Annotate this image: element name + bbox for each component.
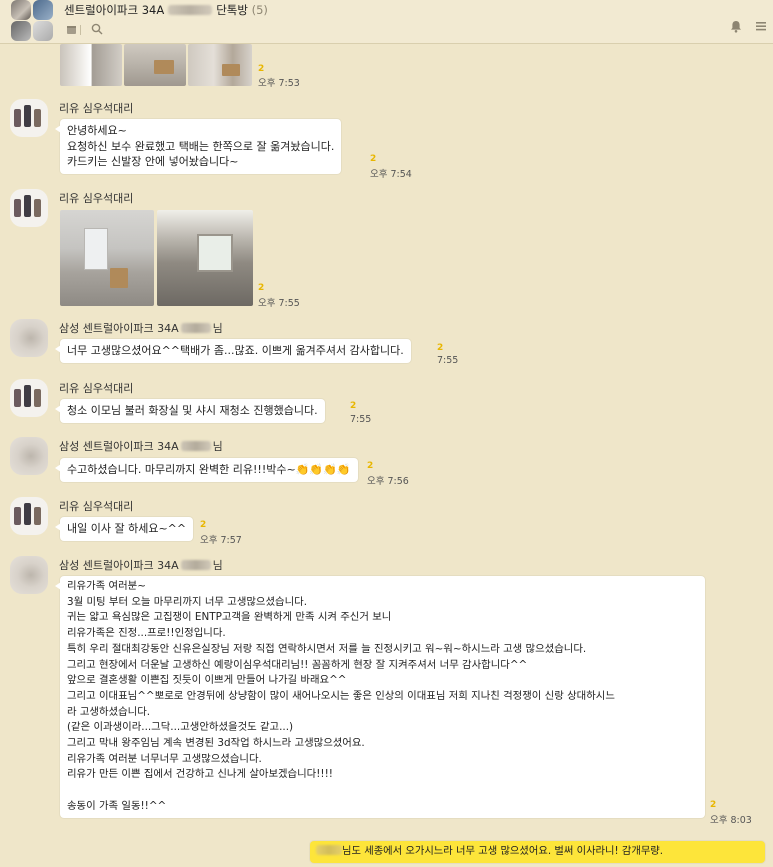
message-time: 오후 7:55 xyxy=(258,298,300,309)
photo-thumbnail[interactable] xyxy=(60,210,154,306)
sender-avatar[interactable] xyxy=(10,379,48,417)
message-bubble[interactable]: 너무 고생많으셨어요^^택배가 좀...많죠. 이쁘게 옮겨주셔서 감사합니다. xyxy=(55,339,411,363)
message-line: 특히 우리 절대최강동안 신유은실장님 저랑 직접 연락하시면서 저를 늘 진정… xyxy=(67,642,587,655)
member-avatar xyxy=(11,0,31,20)
message-line: 리유가족은 진정...프로!!인정입니다. xyxy=(67,627,226,640)
message-bubble[interactable]: 청소 이모님 불러 화장실 및 샤시 재청소 진행했습니다. xyxy=(55,399,325,423)
message-line: 라 고생하셨습니다. xyxy=(67,705,151,718)
sender-name-suffix: 님 xyxy=(212,322,223,335)
message-bubble[interactable]: 안녕하세요~ 요청하신 보수 완료했고 택배는 한쪽으로 잘 옮겨놨습니다. 카… xyxy=(54,119,342,174)
message-time: 오후 7:57 xyxy=(200,535,242,546)
message-time: 오후 7:53 xyxy=(258,78,300,89)
photo-thumbnail[interactable] xyxy=(124,44,186,86)
calendar-icon[interactable] xyxy=(66,24,77,38)
message-line: 귀는 얇고 욕심많은 고집쟁이 ENTP고객을 완벽하게 만족 시켜 주신거 보… xyxy=(67,611,392,624)
sender-name-prefix: 삼성 센트럴아이파크 34A xyxy=(59,559,179,572)
message-line: 청소 이모님 불러 화장실 및 샤시 재청소 진행했습니다. xyxy=(67,404,318,417)
member-count: (5) xyxy=(251,3,268,17)
sender-name: 리유 심우석대리 xyxy=(59,382,134,395)
message-line: 그리고 현장에서 더운날 고생하신 예랑이심우석대리님!! 꼼꼼하게 현장 잘 … xyxy=(67,658,528,671)
sender-name-suffix: 님 xyxy=(212,559,223,572)
message-time: 오후 7:54 xyxy=(370,169,412,180)
redacted-text xyxy=(180,441,211,451)
message-line: 송동이 가족 일동!!^^ xyxy=(67,799,167,812)
message-time: 오후 7:56 xyxy=(367,476,409,487)
redacted-text xyxy=(316,845,342,855)
unread-count: 2 xyxy=(350,401,357,411)
message-time: 오후 8:03 xyxy=(710,815,752,826)
message-time: 7:55 xyxy=(350,414,372,425)
message-line: 그리고 이대표님^^뽀로로 안경뒤에 상냥함이 많이 새어나오시는 좋은 인상의… xyxy=(67,689,615,702)
sender-name: 삼성 센트럴아이파크 34A 님 xyxy=(59,438,223,454)
chat-title: 센트럴아이파크 34A 단톡방 (5) xyxy=(64,2,268,18)
message-line xyxy=(67,783,698,799)
unread-count: 2 xyxy=(710,800,717,810)
photo-thumbnail[interactable] xyxy=(60,44,122,86)
message-line: 리유가 만든 이쁜 집에서 건강하고 신나게 살아보겠습니다!!!! xyxy=(67,768,333,781)
member-avatar xyxy=(11,21,31,41)
photo-thumbnail[interactable] xyxy=(157,210,253,306)
sender-avatar[interactable] xyxy=(10,189,48,227)
sender-name-suffix: 님 xyxy=(212,440,223,453)
sender-name-prefix: 삼성 센트럴아이파크 34A xyxy=(59,440,179,453)
message-line: 3월 미팅 부터 오늘 마무리까지 너무 고생많으셨습니다. xyxy=(67,595,308,608)
message-line: 안녕하세요~ xyxy=(67,124,127,137)
sender-avatar[interactable] xyxy=(10,497,48,535)
message-bubble[interactable]: 내일 이사 잘 하세요~^^ xyxy=(54,517,194,541)
group-avatar[interactable] xyxy=(11,0,55,42)
sender-name: 삼성 센트럴아이파크 34A 님 xyxy=(59,320,223,336)
message-line: 내일 이사 잘 하세요~^^ xyxy=(67,522,187,535)
unread-count: 2 xyxy=(200,520,207,530)
message-line: 카드키는 신발장 안에 넣어놨습니다~ xyxy=(67,155,239,169)
chat-room-name: 센트럴아이파크 34A xyxy=(64,3,165,17)
photo-thumbnail[interactable] xyxy=(188,44,252,86)
message-text: 님도 세종에서 오가시느라 너무 고생 많으셨어요. 벌써 이사라니! 감개무량… xyxy=(342,845,664,857)
sender-name: 삼성 센트럴아이파크 34A 님 xyxy=(59,557,223,573)
chat-header: 센트럴아이파크 34A 단톡방 (5) xyxy=(0,0,773,44)
sender-name: 리유 심우석대리 xyxy=(59,102,134,115)
unread-count: 2 xyxy=(258,283,265,293)
sender-avatar[interactable] xyxy=(10,556,48,594)
redacted-text xyxy=(180,560,211,570)
message-bubble[interactable]: 수고하셨습니다. 마무리까지 완벽한 리유!!!박수~👏👏👏👏 xyxy=(55,458,358,482)
member-avatar xyxy=(33,0,53,20)
message-bubble[interactable]: 리유가족 여러분~ 3월 미팅 부터 오늘 마무리까지 너무 고생많으셨습니다.… xyxy=(55,576,705,818)
message-line: 수고하셨습니다. 마무리까지 완벽한 리유!!!박수~👏👏👏👏 xyxy=(67,463,351,476)
message-line: 그리고 막내 왕주임님 계속 변경된 3d작업 하시느라 고생많으셨어요. xyxy=(67,737,365,750)
unread-count: 2 xyxy=(367,461,374,471)
bell-icon[interactable] xyxy=(726,20,746,38)
message-time: 7:55 xyxy=(437,355,459,366)
header-divider xyxy=(80,25,81,35)
message-line: 리유가족 여러분~ xyxy=(67,580,146,592)
message-line: 앞으로 결혼생활 이쁜집 짓듯이 이쁘게 만들어 나가길 바래요^^ xyxy=(67,674,347,687)
sender-avatar[interactable] xyxy=(10,319,48,357)
unread-count: 2 xyxy=(437,343,444,353)
unread-count: 2 xyxy=(258,64,265,74)
sender-avatar[interactable] xyxy=(10,437,48,475)
member-avatar xyxy=(33,21,53,41)
message-line: (같은 이과생이라...그닥...고생안하셨을것도 같고...) xyxy=(67,721,294,734)
sender-avatar[interactable] xyxy=(10,99,48,137)
sender-name-prefix: 삼성 센트럴아이파크 34A xyxy=(59,322,179,335)
unread-count: 2 xyxy=(370,154,377,164)
message-line: 너무 고생많으셨어요^^택배가 좀...많죠. 이쁘게 옮겨주셔서 감사합니다. xyxy=(67,344,404,357)
redacted-text xyxy=(168,5,213,15)
my-message-bubble[interactable]: 님도 세종에서 오가시느라 너무 고생 많으셨어요. 벌써 이사라니! 감개무량… xyxy=(310,841,765,863)
message-line: 요청하신 보수 완료했고 택배는 한쪽으로 잘 옮겨놨습니다. xyxy=(67,139,335,153)
chat-type-label: 단톡방 xyxy=(216,3,248,17)
sender-name: 리유 심우석대리 xyxy=(59,500,134,513)
menu-icon[interactable] xyxy=(751,20,771,38)
search-icon[interactable] xyxy=(91,23,103,38)
redacted-text xyxy=(180,323,211,333)
message-line: 리유가족 여러분 너무너무 고생많으셨습니다. xyxy=(67,752,262,765)
sender-name: 리유 심우석대리 xyxy=(59,192,134,205)
